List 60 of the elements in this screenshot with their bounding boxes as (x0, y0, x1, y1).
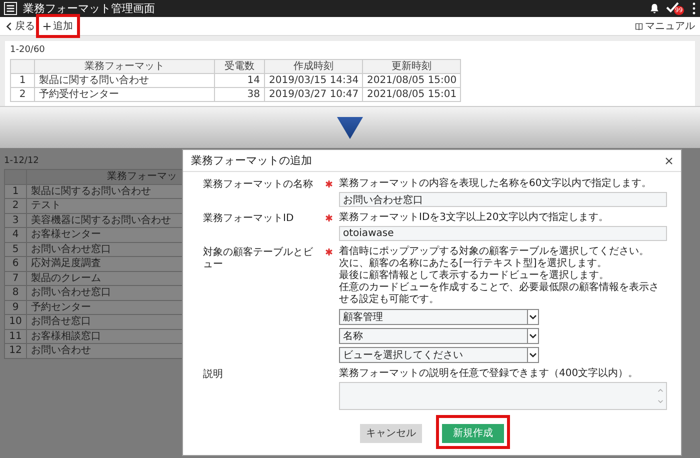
add-button[interactable]: 追加 (39, 17, 77, 35)
help-text: 業務フォーマットIDを3文字以上20文字以内で指定します。 (339, 212, 610, 224)
table-cell: 2021/08/05 15:00 (363, 74, 461, 88)
help-text: 業務フォーマットの内容を表現した名称を60文字以内で指定します。 (339, 178, 653, 190)
row-number: 4 (5, 228, 27, 242)
field-label: 対象の顧客テーブルとビュー (203, 246, 314, 272)
screen-title: 業務フォーマット管理画面 (23, 1, 155, 16)
row-number: 1 (11, 74, 35, 88)
row-number: 12 (5, 344, 27, 358)
row-number: 8 (5, 286, 27, 300)
row-number: 10 (5, 315, 27, 330)
record-range: 1-20/60 (10, 45, 46, 55)
table-cell: 2019/03/15 14:34 (265, 74, 363, 88)
more-icon[interactable] (692, 2, 696, 15)
row-number: 3 (5, 214, 27, 228)
row-number: 6 (5, 257, 27, 272)
plus-icon (43, 22, 51, 30)
help-text: 着信時にポップアップする対象の顧客テーブルを選択してください。 次に、顧客の名称にあたる[一行テキスト型]を選択します。 最後に顧客情報として表示するカードビューを選択します。 任意のカードビューを作成することで、必要最低限の顧客情報を表示させる設定も可能です。 (339, 246, 660, 306)
table-cell: 製品に関する問い合わせ (35, 74, 215, 88)
select-dropdown[interactable]: ビューを選択してください (339, 347, 539, 363)
chevron-left-icon (5, 22, 13, 30)
text-input[interactable]: お問い合わせ窓口 (339, 192, 667, 207)
textarea-field[interactable] (339, 382, 667, 410)
table-cell: 38 (215, 88, 265, 102)
row-number: 5 (5, 242, 27, 257)
table-cell: 2021/08/05 15:01 (363, 88, 461, 102)
select-dropdown[interactable]: 顧客管理 (339, 309, 539, 325)
scroll-arrows-icon (657, 387, 664, 405)
row-number: 11 (5, 330, 27, 344)
dialog-title: 業務フォーマットの追加 (191, 153, 312, 168)
text-input[interactable]: otoiawase (339, 226, 667, 241)
caret-icon (529, 314, 537, 320)
row-number: 7 (5, 272, 27, 286)
caret-icon (529, 352, 537, 358)
help-text: 業務フォーマットの説明を任意で登録できます（400文字以内）。 (339, 368, 640, 380)
column-header: 受電数 (215, 60, 265, 74)
row-number: 1 (5, 184, 27, 199)
down-triangle-icon (337, 116, 363, 138)
select-dropdown[interactable]: 名称 (339, 328, 539, 344)
manual-link[interactable]: マニュアル (633, 17, 697, 35)
column-header: 更新時刻 (363, 60, 461, 74)
table-cell: 14 (215, 74, 265, 88)
column-header: 作成時刻 (265, 60, 363, 74)
field-label: 説明 (203, 368, 224, 382)
caret-icon (529, 333, 537, 339)
bell-icon[interactable] (649, 3, 660, 14)
row-number: 2 (11, 88, 35, 102)
row-number: 9 (5, 300, 27, 315)
cancel-button[interactable]: キャンセル (360, 424, 422, 442)
book-icon (635, 22, 643, 30)
close-icon[interactable] (665, 156, 673, 164)
record-range: 1-12/12 (4, 156, 39, 166)
field-label: 業務フォーマットID (203, 212, 295, 226)
table-cell: 2019/03/27 10:47 (265, 88, 363, 102)
table-cell: 予約受付センター (35, 88, 215, 102)
row-number: 2 (5, 199, 27, 214)
back-button[interactable]: 戻る (3, 17, 37, 35)
field-label: 業務フォーマットの名称 (203, 178, 314, 192)
menu-icon[interactable] (4, 2, 17, 15)
column-header: 業務フォーマット (35, 60, 215, 74)
